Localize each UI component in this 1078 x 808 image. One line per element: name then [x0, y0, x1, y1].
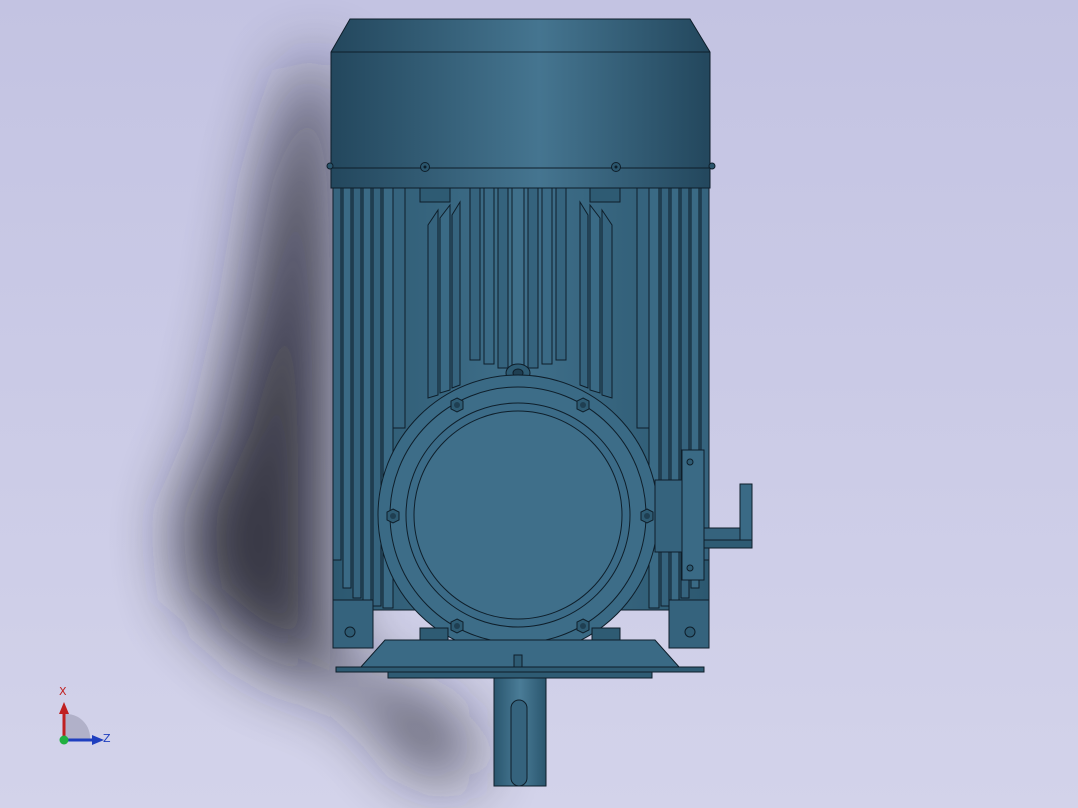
end-shield — [377, 374, 659, 656]
triad-x-label: X — [59, 685, 67, 698]
triad-z-label: Z — [103, 732, 111, 745]
fan-hood — [326, 18, 716, 189]
triad-axes-icon — [59, 702, 104, 745]
graphics-viewport[interactable]: X Z — [0, 0, 1078, 808]
motor-model[interactable] — [0, 0, 1078, 808]
motor-shaft — [493, 677, 547, 787]
coordinate-triad: X Z — [44, 684, 124, 754]
